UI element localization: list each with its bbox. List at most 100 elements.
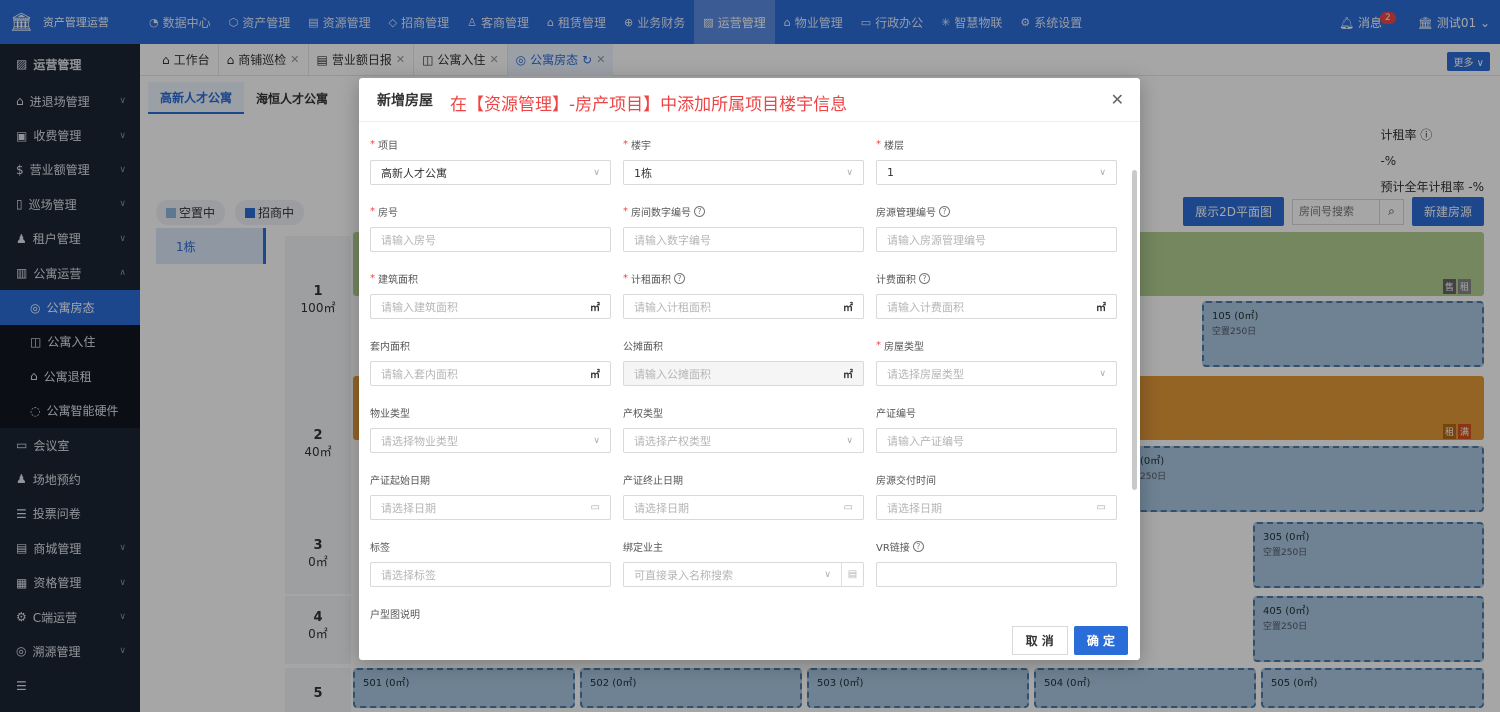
vr-field: VR链接? — [876, 538, 1117, 587]
add-room-modal: 新增房屋 在【资源管理】-房产项目】中添加所属项目楼宇信息 ✕ * 项目 高新人才公… — [359, 78, 1140, 660]
field-label: 套内面积 — [370, 341, 410, 353]
chevron-down-icon: ∨ — [1099, 167, 1106, 178]
room-mgmt-code-field: 房源管理编号? 请输入房源管理编号 — [876, 203, 1117, 252]
deliver-time-field: 房源交付时间请选择日期 ▭ — [876, 471, 1117, 520]
building-field: * 楼宇 1栋 ∨ — [623, 136, 864, 185]
fee-area-input[interactable]: 请输入计费面积 ㎡ — [876, 294, 1117, 319]
room-type-select[interactable]: 请选择房屋类型 ∨ — [876, 361, 1117, 386]
inner-area-input[interactable]: 请输入套内面积 ㎡ — [370, 361, 611, 386]
share-area-field: 公摊面积请输入公摊面积 ㎡ — [623, 337, 864, 386]
share-area-input[interactable]: 请输入公摊面积 ㎡ — [623, 361, 864, 386]
chevron-down-icon: ∨ — [824, 569, 831, 580]
help-icon[interactable]: ? — [912, 540, 924, 552]
field-label: 产证起始日期 — [370, 475, 430, 487]
help-icon[interactable]: ? — [694, 205, 705, 217]
room-mgmt-code-input[interactable]: 请输入房源管理编号 — [876, 227, 1117, 252]
tags-field: 标签 请选择标签 — [370, 538, 611, 587]
modal-title: 新增房屋 — [377, 92, 433, 109]
project-field: * 项目 高新人才公寓 ∨ — [370, 136, 611, 185]
field-label: 产证编号 — [876, 408, 916, 420]
build-area-input[interactable]: 请输入建筑面积 ㎡ — [370, 294, 611, 319]
field-label: 户型图说明 — [370, 609, 420, 621]
chevron-down-icon: ∨ — [846, 435, 853, 446]
room-no-field: * 房号 请输入房号 — [370, 203, 611, 252]
field-label: 计租面积 — [631, 274, 671, 286]
cert-no-input[interactable]: 请输入产证编号 — [876, 428, 1117, 453]
field-label: 物业类型 — [370, 408, 410, 420]
deliver-date-picker[interactable]: 请选择日期 ▭ — [876, 495, 1117, 520]
select-value: 1 — [887, 166, 894, 179]
field-label: 房号 — [378, 207, 398, 219]
modal-annotation: 在【资源管理】-房产项目】中添加所属项目楼宇信息 — [450, 95, 848, 115]
select-value: 高新人才公寓 — [381, 166, 447, 180]
date-placeholder: 请选择日期 — [381, 501, 436, 515]
field-label: 房屋类型 — [884, 341, 924, 353]
field-label: 公摊面积 — [623, 341, 663, 353]
confirm-button[interactable]: 确 定 — [1073, 625, 1128, 655]
vr-link-input[interactable] — [876, 562, 1117, 587]
field-label: 计费面积 — [876, 274, 916, 286]
inner-area-field: 套内面积请输入套内面积 ㎡ — [370, 337, 611, 386]
document-icon[interactable]: ▤ — [841, 563, 863, 586]
cert-start-date-picker[interactable]: 请选择日期 ▭ — [370, 495, 611, 520]
cert-end-field: 产证终止日期请选择日期 ▭ — [623, 471, 864, 520]
calendar-icon: ▭ — [590, 502, 600, 513]
chevron-down-icon: ∨ — [593, 167, 600, 178]
rent-area-input[interactable]: 请输入计租面积 ㎡ — [623, 294, 864, 319]
field-label: 产证终止日期 — [623, 475, 683, 487]
calendar-icon: ▭ — [843, 502, 853, 513]
building-select[interactable]: 1栋 ∨ — [623, 160, 864, 185]
field-label: 楼宇 — [631, 140, 651, 152]
field-label: 房源管理编号 — [876, 207, 936, 219]
floor-select[interactable]: 1 ∨ — [876, 160, 1117, 185]
close-icon[interactable]: ✕ — [1111, 90, 1124, 109]
build-area-field: * 建筑面积 请输入建筑面积㎡ — [370, 270, 611, 319]
unit-suffix: ㎡ — [590, 303, 600, 314]
chevron-down-icon: ∨ — [1099, 368, 1106, 379]
cert-end-date-picker[interactable]: 请选择日期 ▭ — [623, 495, 864, 520]
field-label: 楼层 — [884, 140, 904, 152]
field-label: 房源交付时间 — [876, 475, 936, 487]
ownership-type-select[interactable]: 请选择产权类型 ∨ — [623, 428, 864, 453]
property-type-field: 物业类型请选择物业类型 ∨ — [370, 404, 611, 453]
unit-suffix: ㎡ — [1096, 303, 1106, 314]
input-placeholder: 请输入计租面积 — [634, 300, 711, 314]
help-icon[interactable]: ? — [674, 272, 685, 284]
property-type-select[interactable]: 请选择物业类型 ∨ — [370, 428, 611, 453]
unit-suffix: ㎡ — [843, 303, 853, 314]
layout-desc-field: 户型图说明 — [370, 605, 611, 621]
modal-scrollbar[interactable] — [1132, 170, 1137, 490]
rent-area-field: * 计租面积? 请输入计租面积㎡ — [623, 270, 864, 319]
project-select[interactable]: 高新人才公寓 ∨ — [370, 160, 611, 185]
room-no-input[interactable]: 请输入房号 — [370, 227, 611, 252]
cert-no-field: 产证编号请输入产证编号 — [876, 404, 1117, 453]
cancel-button[interactable]: 取 消 — [1011, 625, 1068, 655]
help-icon[interactable]: ? — [919, 272, 930, 284]
select-placeholder: 请选择物业类型 — [381, 434, 458, 448]
input-placeholder: 请输入建筑面积 — [381, 300, 458, 314]
tags-select[interactable]: 请选择标签 — [370, 562, 611, 587]
room-num-code-input[interactable]: 请输入数字编号 — [623, 227, 864, 252]
select-placeholder: 请选择房屋类型 — [887, 367, 964, 381]
field-label: 绑定业主 — [623, 542, 663, 554]
field-label: 建筑面积 — [378, 274, 418, 286]
modal-form: * 项目 高新人才公寓 ∨ * 楼宇 1栋 ∨ * 楼层 1 ∨ * 房号 请输入房号 * 房间数字编号… — [359, 122, 1140, 620]
field-label: VR链接 — [876, 542, 910, 554]
help-icon[interactable]: ? — [939, 205, 950, 217]
date-placeholder: 请选择日期 — [634, 501, 689, 515]
chevron-down-icon: ∨ — [846, 167, 853, 178]
field-label: 项目 — [378, 140, 398, 152]
input-placeholder: 请输入套内面积 — [381, 367, 458, 381]
fee-area-field: 计费面积? 请输入计费面积 ㎡ — [876, 270, 1117, 319]
field-label: 产权类型 — [623, 408, 663, 420]
select-value: 1栋 — [634, 166, 652, 180]
field-label: 房间数字编号 — [631, 207, 691, 219]
room-type-field: * 房屋类型 请选择房屋类型 ∨ — [876, 337, 1117, 386]
owner-search-select[interactable]: 可直接录入名称搜索 ∨ ▤ — [623, 562, 864, 587]
chevron-down-icon: ∨ — [593, 435, 600, 446]
ownership-type-field: 产权类型请选择产权类型 ∨ — [623, 404, 864, 453]
select-placeholder: 可直接录入名称搜索 — [634, 568, 733, 582]
input-placeholder: 请输入计费面积 — [887, 300, 964, 314]
calendar-icon: ▭ — [1096, 502, 1106, 513]
floor-field: * 楼层 1 ∨ — [876, 136, 1117, 185]
